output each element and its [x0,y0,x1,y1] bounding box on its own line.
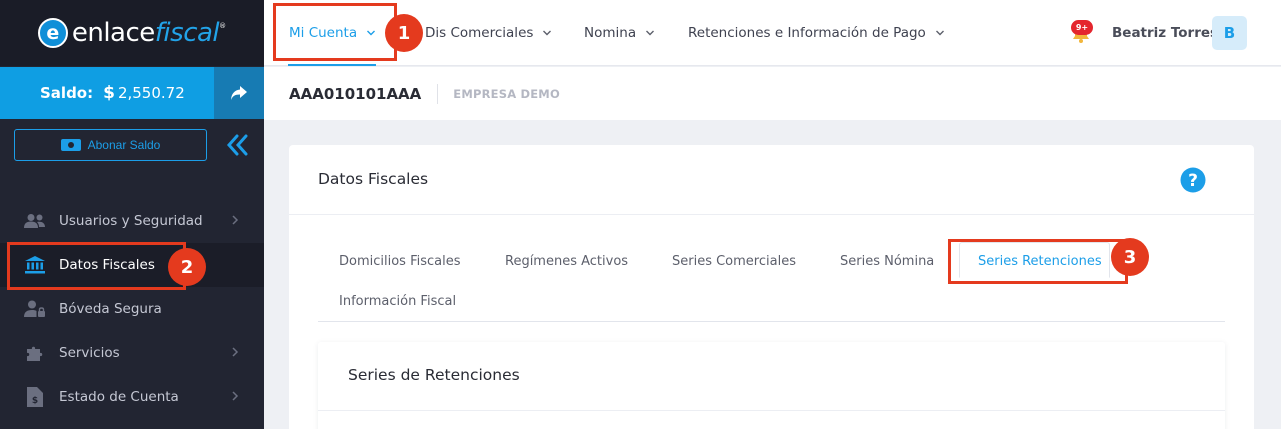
balance-label: Saldo: [40,84,94,102]
puzzle-icon [24,342,46,364]
card-divider [289,214,1254,215]
abonar-saldo-button[interactable]: Abonar Saldo [14,129,207,161]
users-icon [24,210,46,232]
sidebar-item-label: Estado de Cuenta [59,389,179,405]
chevron-right-icon [232,347,239,357]
topnav-dis-comerciales[interactable]: Dis Comerciales [425,0,552,66]
user-name[interactable]: Beatriz Torres [1112,0,1218,66]
company-rfc: AAA010101AAA [289,84,422,103]
series-retenciones-panel: Series de Retenciones [318,342,1225,429]
chevron-right-icon [232,391,239,401]
brand-logo-icon: e [37,18,68,48]
notification-count-badge: 9+ [1071,20,1093,35]
cash-icon [60,139,81,151]
tab-series-nomina[interactable]: Series Nómina [840,254,934,269]
sidebar-item-boveda-segura[interactable]: Bóveda Segura [0,287,264,331]
section-divider [318,410,1225,411]
topnav-label: Retenciones e Información de Pago [688,25,926,41]
chevron-down-icon [646,30,655,36]
highlight-mi-cuenta [273,3,397,61]
topnav-retenciones[interactable]: Retenciones e Información de Pago [688,0,945,66]
balance-display: Saldo: $ 2,550.72 [0,67,214,119]
sidebar-item-label: Bóveda Segura [59,301,162,317]
balance-amount: 2,550.72 [117,84,185,102]
brand-trademark: ® [219,22,227,30]
topnav-label: Dis Comerciales [425,25,534,41]
tab-regimenes-activos[interactable]: Regímenes Activos [505,254,628,269]
company-name: EMPRESA DEMO [453,86,560,101]
user-avatar[interactable]: B [1212,16,1247,50]
topnav-label: Nomina [584,25,637,41]
tab-domicilios-fiscales[interactable]: Domicilios Fiscales [339,254,461,269]
abonar-saldo-label: Abonar Saldo [87,138,161,152]
company-header: AAA010101AAA EMPRESA DEMO [264,67,1281,120]
share-arrow-icon [231,86,247,100]
tabs-divider [318,321,1225,322]
highlight-datos-fiscales [7,242,186,290]
chevron-down-icon [543,30,552,36]
active-tab-underline [288,64,376,66]
balance-bar: Saldo: $ 2,550.72 [0,67,264,119]
svg-text:$: $ [32,396,38,406]
datos-fiscales-card: Datos Fiscales ? Domicilios Fiscales Reg… [289,145,1254,429]
tab-series-comerciales[interactable]: Series Comerciales [672,254,796,269]
topnav-nomina[interactable]: Nomina [584,0,655,66]
step-marker-2: 2 [168,248,206,286]
section-title: Series de Retenciones [348,366,520,384]
card-title: Datos Fiscales [318,170,429,188]
user-lock-icon [24,298,46,320]
balance-currency: $ [103,83,115,103]
step-marker-3: 3 [1111,238,1149,276]
step-marker-1: 1 [385,14,423,52]
collapse-sidebar-icon[interactable] [224,131,252,159]
sidebar-item-servicios[interactable]: Servicios [0,331,264,375]
chevron-right-icon [232,215,239,225]
invoice-dollar-icon: $ [24,386,46,408]
sidebar-item-estado-cuenta[interactable]: $ Estado de Cuenta [0,375,264,419]
help-icon[interactable]: ? [1180,167,1206,193]
sidebar-item-label: Servicios [59,345,120,361]
sidebar-item-usuarios-seguridad[interactable]: Usuarios y Seguridad [0,199,264,243]
logo-bar: e enlace fiscal ® [0,0,264,66]
header-divider [437,83,439,104]
chevron-down-icon [935,30,944,36]
sidebar-item-label: Usuarios y Seguridad [59,213,203,229]
tab-informacion-fiscal[interactable]: Información Fiscal [339,294,456,309]
brand-name-main: enlace [71,18,155,48]
highlight-series-retenciones [948,239,1128,284]
balance-share-button[interactable] [214,67,264,119]
brand-name-accent: fiscal [154,18,220,48]
svg-text:?: ? [1188,171,1198,191]
brand-logo[interactable]: e enlace fiscal ® [37,18,227,48]
